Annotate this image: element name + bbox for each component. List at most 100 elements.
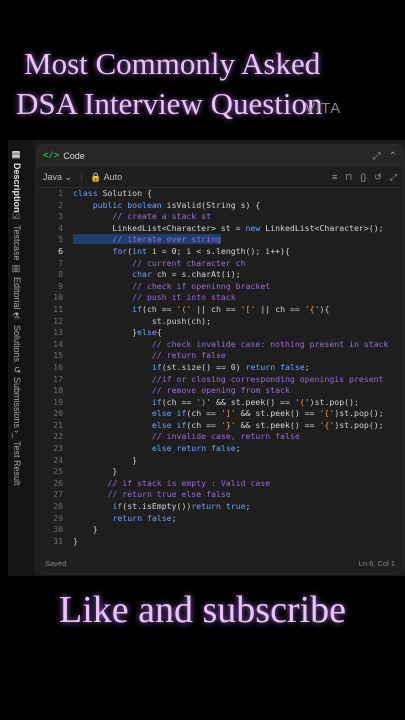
line-number: 13 (53, 327, 63, 338)
line-number: 21 (53, 419, 63, 430)
code-token: (ch == (186, 408, 221, 419)
tab-description[interactable]: ▤ Description (12, 150, 22, 213)
code-line[interactable]: 13 }else{ (37, 327, 403, 339)
code-text: } (73, 466, 117, 476)
submissions-icon: ↺ (12, 366, 22, 374)
tab-test-result[interactable]: ›_ Test Result (12, 430, 22, 486)
code-text: } (73, 524, 98, 534)
code-token: LinkedList<Character> st = (73, 222, 246, 233)
code-line[interactable]: 19 if(ch == ')' && st.peek() == '(')st.p… (37, 397, 403, 409)
tab-submissions[interactable]: ↺ Submissions (12, 366, 22, 428)
code-line[interactable]: 27 // return true else false (37, 489, 403, 501)
code-line[interactable]: 7 // current character ch (37, 258, 403, 270)
collapse-icon[interactable]: ⌃ (389, 151, 397, 162)
code-line[interactable]: 28 if(st.isEmpty())return true; (37, 501, 403, 513)
code-token: { (156, 327, 162, 338)
code-line[interactable]: 26 // if stack is empty : Valid case (37, 478, 403, 490)
line-number: 3 (58, 211, 63, 222)
code-line[interactable]: 15 // return false (37, 350, 403, 362)
line-number: 20 (53, 408, 63, 419)
code-line[interactable]: 16 if(st.size() == 0) return false; (37, 362, 403, 374)
code-text: } (73, 536, 78, 546)
code-token: ')' (196, 396, 212, 407)
code-token: (ch == (186, 419, 221, 430)
tab-solutions[interactable]: ⚗ Solutions (12, 312, 22, 362)
code-line[interactable]: 4 LinkedList<Character> st = new LinkedL… (37, 223, 403, 235)
line-number: 2 (58, 199, 63, 210)
reset-icon[interactable]: ↺ (374, 172, 382, 183)
code-editor[interactable]: 1 class Solution {2 public boolean isVali… (37, 188, 403, 548)
tab-testcase[interactable]: ☑ Testcase (12, 212, 22, 261)
code-token: && st.peek() == (235, 419, 320, 430)
code-token: i = 0; i < s.length(); i++){ (151, 245, 290, 256)
code-line[interactable]: 25 } (37, 466, 403, 478)
maximize-icon[interactable]: ⤢ (373, 151, 381, 162)
code-text: class Solution { (73, 188, 152, 198)
code-token: // push it into stack (73, 292, 236, 303)
code-line[interactable]: 5 // iterate over string (37, 234, 403, 246)
panel-title: Code (63, 151, 85, 161)
code-token: ){ (319, 303, 330, 314)
tab-editorial[interactable]: ▥ Editorial (12, 264, 22, 310)
code-line[interactable]: 23 else return false; (37, 443, 403, 455)
code-line[interactable]: 14 // check invalide case: nothing prese… (37, 339, 403, 351)
code-line[interactable]: 2 public boolean isValid(String s) { (37, 200, 403, 212)
code-token: && st.peek() == (211, 396, 295, 407)
line-number: 11 (53, 303, 63, 314)
line-number: 10 (53, 292, 63, 303)
code-token: return true (191, 501, 246, 512)
braces-icon[interactable]: {} (360, 172, 366, 183)
solutions-icon: ⚗ (12, 312, 22, 322)
code-text: public boolean isValid(String s) { (73, 199, 261, 210)
code-line[interactable]: 30 } (37, 524, 403, 536)
bookmark-icon[interactable]: ⊓ (345, 172, 352, 183)
code-token: || ch == (191, 303, 241, 314)
language-select[interactable]: Java ⌄ (43, 172, 72, 183)
code-line[interactable]: 10 // push it into stack (37, 292, 403, 304)
code-line[interactable]: 12 st.push(ch); (37, 316, 403, 328)
code-text: // push it into stack (73, 292, 236, 302)
code-line[interactable]: 3 // create a stack st (37, 211, 403, 223)
line-number: 18 (53, 385, 63, 396)
code-line[interactable]: 22 // invalide case, return false (37, 431, 403, 443)
line-number: 9 (58, 280, 63, 291)
code-line[interactable]: 11 if(ch == '(' || ch == '[' || ch == '{… (37, 304, 403, 316)
code-line[interactable]: 24 } (37, 455, 403, 467)
code-token: // check if openinng bracket (73, 280, 271, 291)
code-token: } (73, 535, 78, 546)
code-line[interactable]: 21 else if(ch == '}' && st.peek() == '{'… (37, 420, 403, 432)
format-icon[interactable]: ≡ (332, 172, 337, 183)
lock-icon: 🔒 (90, 171, 102, 182)
code-line[interactable]: 20 else if(ch == ']' && st.peek() == '['… (37, 408, 403, 420)
auto-mode-toggle[interactable]: 🔒 Auto (90, 172, 122, 183)
code-token: // current character ch (73, 257, 246, 268)
code-token: if (151, 396, 162, 407)
code-text: /* (73, 547, 83, 548)
code-token: } (73, 524, 98, 535)
code-line[interactable]: 18 // remove opening from stack (37, 385, 403, 397)
code-token: '(' (294, 396, 310, 407)
test-result-icon: ›_ (12, 430, 22, 439)
expand-icon[interactable]: ⤢ (390, 172, 397, 183)
code-line[interactable]: 6 for(int i = 0; i < s.length(); i++){ (37, 246, 403, 258)
cursor-position: Ln 6, Col 1 (358, 558, 395, 568)
code-text: if(ch == ')' && st.peek() == '(')st.pop(… (73, 397, 359, 407)
code-line[interactable]: 1 class Solution { (37, 188, 403, 200)
code-text: char ch = s.charAt(i); (73, 269, 240, 279)
tab-submissions-label: Submissions (12, 376, 22, 428)
code-line[interactable]: 9 // check if openinng bracket (37, 281, 403, 293)
code-text: // current character ch (73, 257, 246, 268)
code-line[interactable]: 31} (37, 536, 403, 548)
code-line[interactable]: 17 //if or closing corresponding opening… (37, 374, 403, 386)
code-line[interactable]: 29 return false; (37, 513, 403, 525)
line-number: 5 (58, 234, 63, 245)
code-line[interactable]: 32/* (37, 547, 403, 548)
watermark: VITA (305, 100, 342, 117)
code-line[interactable]: 8 char ch = s.charAt(i); (37, 269, 403, 281)
line-number: 19 (53, 396, 63, 407)
code-token: isValid(String s) { (166, 199, 261, 210)
